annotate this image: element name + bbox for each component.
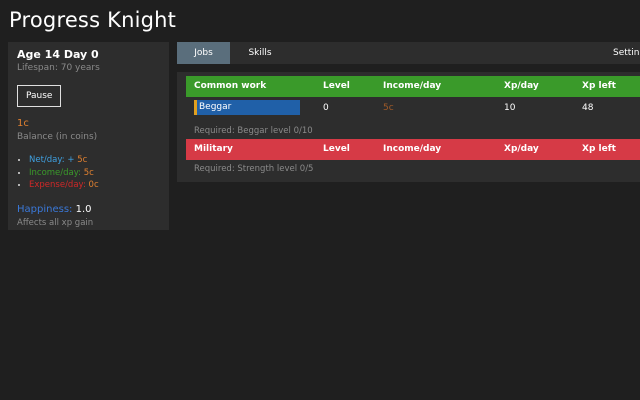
balance-label: Balance (in coins) bbox=[17, 132, 98, 142]
income-item: Income/day: 5c bbox=[29, 167, 160, 180]
income-stats-list: Net/day: + 5c Income/day: 5c Expense/day… bbox=[17, 154, 160, 192]
tab-bar: Jobs Skills Settings bbox=[177, 42, 640, 64]
sidebar: Age 14 Day 0 Lifespan: 70 years Pause 1c… bbox=[8, 42, 169, 230]
expense-label: Expense/day: bbox=[29, 180, 86, 190]
job-xp-left: 48 bbox=[582, 103, 594, 113]
header-xp-day: Xp/day bbox=[504, 81, 539, 91]
header-xp-day: Xp/day bbox=[504, 144, 539, 154]
job-level: 0 bbox=[323, 103, 329, 113]
header-level: Level bbox=[323, 81, 350, 91]
job-name: Beggar bbox=[199, 102, 232, 112]
netday-item: Net/day: + 5c bbox=[29, 154, 160, 167]
app-root: Progress Knight Age 14 Day 0 Lifespan: 7… bbox=[0, 0, 640, 400]
job-row-beggar: Beggar 0 5c 10 48 bbox=[186, 97, 640, 119]
header-income: Income/day bbox=[383, 81, 442, 91]
netday-sign: + bbox=[67, 155, 75, 165]
tab-jobs[interactable]: Jobs bbox=[177, 42, 230, 64]
income-value: 5c bbox=[83, 167, 94, 178]
header-category: Military bbox=[194, 144, 233, 154]
header-category: Common work bbox=[194, 81, 267, 91]
common-work-header: Common work Level Income/day Xp/day Xp l… bbox=[186, 76, 640, 97]
happiness-row: Happiness: 1.0 bbox=[17, 204, 160, 215]
netday-value: 5c bbox=[77, 155, 88, 165]
header-xp-left: Xp left bbox=[582, 144, 616, 154]
income-label: Income/day: bbox=[29, 167, 82, 178]
expense-value: 0c bbox=[88, 180, 99, 190]
app-title: Progress Knight bbox=[9, 8, 177, 32]
age-label: Age 14 Day 0 bbox=[17, 48, 99, 61]
job-progress-button-beggar[interactable]: Beggar bbox=[194, 100, 300, 115]
job-xp-day: 10 bbox=[504, 103, 516, 113]
happiness-note: Affects all xp gain bbox=[17, 217, 94, 228]
header-level: Level bbox=[323, 144, 350, 154]
header-xp-left: Xp left bbox=[582, 81, 616, 91]
military-header: Military Level Income/day Xp/day Xp left bbox=[186, 139, 640, 160]
job-income: 5c bbox=[383, 103, 394, 113]
military-required-text: Required: Strength level 0/5 bbox=[194, 164, 314, 174]
happiness-value: 1.0 bbox=[75, 203, 92, 215]
lifespan-label: Lifespan: 70 years bbox=[17, 63, 100, 73]
header-income: Income/day bbox=[383, 144, 442, 154]
coins-value: 1c bbox=[17, 118, 29, 129]
jobs-panel: Common work Level Income/day Xp/day Xp l… bbox=[177, 72, 640, 182]
expense-item: Expense/day: 0c bbox=[29, 179, 160, 192]
pause-button[interactable]: Pause bbox=[17, 85, 62, 107]
netday-label: Net/day: bbox=[29, 155, 65, 165]
happiness-label: Happiness: bbox=[17, 203, 73, 215]
tab-settings[interactable]: Settings bbox=[613, 42, 640, 64]
common-required-text: Required: Beggar level 0/10 bbox=[194, 126, 313, 136]
tab-skills[interactable]: Skills bbox=[230, 42, 290, 64]
